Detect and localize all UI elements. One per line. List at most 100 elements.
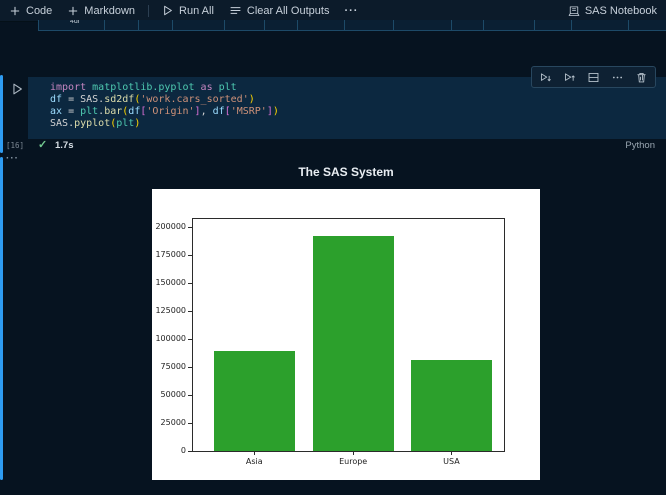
execution-duration: 1.7s bbox=[55, 140, 74, 151]
success-check-icon: ✓ bbox=[38, 138, 47, 151]
code-token: SAS bbox=[80, 94, 98, 105]
bar-usa bbox=[411, 360, 492, 451]
table-column-border bbox=[172, 20, 173, 30]
code-token: plt bbox=[80, 106, 98, 117]
code-token: ) bbox=[134, 118, 140, 129]
code-token: = bbox=[62, 106, 80, 117]
y-tick-label: 50000 bbox=[153, 390, 186, 399]
code-token: SAS bbox=[50, 118, 68, 129]
table-column-border bbox=[628, 20, 629, 30]
y-tick-label: 100000 bbox=[153, 334, 186, 343]
trash-icon bbox=[635, 71, 648, 84]
code-token: 'work.cars_sorted' bbox=[140, 94, 248, 105]
split-cell-button[interactable] bbox=[587, 71, 600, 84]
table-column-border bbox=[224, 20, 225, 30]
table-column-border bbox=[393, 20, 394, 30]
code-line: SAS.pyplot(plt) bbox=[50, 118, 666, 130]
code-token: pyplot bbox=[74, 118, 110, 129]
x-tick-mark bbox=[254, 451, 255, 455]
ellipsis-icon bbox=[611, 71, 624, 84]
code-token: import bbox=[50, 82, 86, 93]
code-token: plt bbox=[116, 118, 134, 129]
y-tick-label: 0 bbox=[153, 446, 186, 455]
code-token: sd2df bbox=[104, 94, 134, 105]
bar-asia bbox=[214, 351, 295, 451]
code-token: ) bbox=[273, 106, 279, 117]
y-tick-mark bbox=[188, 283, 192, 284]
code-token: , bbox=[201, 106, 213, 117]
chart-axes: 0250005000075000100000125000150000175000… bbox=[192, 218, 505, 452]
delete-cell-button[interactable] bbox=[635, 71, 648, 84]
y-tick-mark bbox=[188, 339, 192, 340]
code-line: ax = plt.bar(df['Origin'], df['MSRP']) bbox=[50, 106, 666, 118]
table-column-border bbox=[483, 20, 484, 30]
run-all-button[interactable]: Run All bbox=[161, 4, 214, 17]
code-token: = bbox=[62, 94, 80, 105]
code-line: df = SAS.sd2df('work.cars_sorted') bbox=[50, 94, 666, 106]
kernel-picker-button[interactable]: SAS Notebook bbox=[568, 5, 657, 17]
execute-cell-and-below-button[interactable] bbox=[563, 71, 576, 84]
clear-all-outputs-label: Clear All Outputs bbox=[247, 5, 330, 17]
split-cell-icon bbox=[587, 71, 600, 84]
code-token: ax bbox=[50, 106, 62, 117]
add-markdown-label: Markdown bbox=[84, 5, 135, 17]
y-tick-mark bbox=[188, 423, 192, 424]
code-token: matplotlib.pyplot bbox=[92, 82, 194, 93]
scrolled-table-remnant: 4dr bbox=[38, 20, 666, 31]
x-tick-label: USA bbox=[416, 457, 486, 466]
y-tick-label: 150000 bbox=[153, 278, 186, 287]
table-column-border bbox=[104, 20, 105, 30]
play-icon bbox=[161, 4, 174, 17]
run-cell-button[interactable] bbox=[8, 81, 26, 99]
x-tick-label: Asia bbox=[219, 457, 289, 466]
cell-toolbar bbox=[531, 66, 656, 88]
x-tick-label: Europe bbox=[318, 457, 388, 466]
code-token: 'MSRP' bbox=[231, 106, 267, 117]
code-token: df bbox=[128, 106, 140, 117]
y-tick-label: 200000 bbox=[153, 222, 186, 231]
table-column-border bbox=[138, 20, 139, 30]
plus-icon bbox=[9, 5, 21, 17]
output-title: The SAS System bbox=[152, 165, 540, 179]
execute-below-icon bbox=[563, 71, 576, 84]
add-code-button[interactable]: Code bbox=[9, 5, 52, 17]
table-column-border bbox=[534, 20, 535, 30]
toolbar-more-button[interactable]: ··· bbox=[344, 5, 358, 17]
chart-image: 0250005000075000100000125000150000175000… bbox=[152, 189, 540, 480]
more-actions-button[interactable] bbox=[611, 71, 624, 84]
y-tick-label: 25000 bbox=[153, 418, 186, 427]
y-tick-mark bbox=[188, 311, 192, 312]
table-column-border bbox=[297, 20, 298, 30]
output-options-dots[interactable]: ··· bbox=[6, 153, 19, 164]
table-column-border bbox=[451, 20, 452, 30]
execution-count: [16] bbox=[6, 141, 24, 150]
y-tick-mark bbox=[188, 227, 192, 228]
bar-europe bbox=[313, 236, 394, 451]
code-token: bar bbox=[104, 106, 122, 117]
plus-icon bbox=[67, 5, 79, 17]
clear-all-icon bbox=[229, 4, 242, 17]
y-tick-mark bbox=[188, 255, 192, 256]
add-markdown-button[interactable]: Markdown bbox=[67, 5, 135, 17]
table-clipped-cell-text: 4dr bbox=[70, 20, 80, 25]
code-token: df bbox=[50, 94, 62, 105]
y-tick-label: 125000 bbox=[153, 306, 186, 315]
clear-all-outputs-button[interactable]: Clear All Outputs bbox=[229, 4, 330, 17]
code-token: 'Origin' bbox=[146, 106, 194, 117]
code-token: df bbox=[213, 106, 225, 117]
vscode-notebook-window: Code Markdown Run All Clear All Outputs … bbox=[0, 0, 666, 495]
y-tick-mark bbox=[188, 367, 192, 368]
code-token: plt bbox=[219, 82, 237, 93]
x-tick-mark bbox=[353, 451, 354, 455]
code-token: as bbox=[201, 82, 213, 93]
run-all-label: Run All bbox=[179, 5, 214, 17]
execute-above-cells-button[interactable] bbox=[539, 71, 552, 84]
toolbar-divider bbox=[148, 5, 149, 17]
kernel-picker-label: SAS Notebook bbox=[585, 5, 657, 17]
execute-above-icon bbox=[539, 71, 552, 84]
notebook-toolbar: Code Markdown Run All Clear All Outputs … bbox=[0, 0, 666, 22]
language-picker[interactable]: Python bbox=[625, 140, 655, 151]
play-outline-icon bbox=[10, 82, 24, 96]
code-token: ) bbox=[249, 94, 255, 105]
add-code-label: Code bbox=[26, 5, 52, 17]
